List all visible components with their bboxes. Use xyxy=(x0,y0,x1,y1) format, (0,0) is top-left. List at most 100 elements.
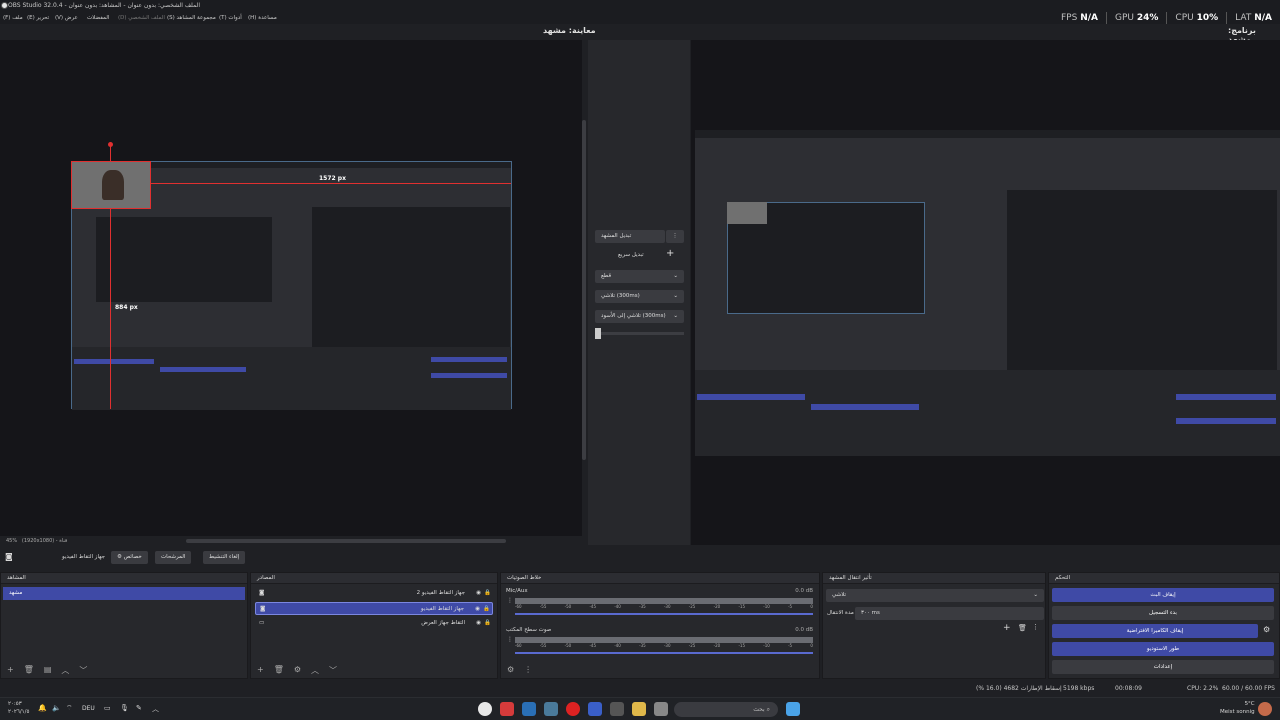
controls-title: التحكم xyxy=(1049,573,1279,584)
menu-profile[interactable]: (D) الملف الشخصي xyxy=(118,12,165,24)
tbar-slider[interactable] xyxy=(595,332,684,335)
start-icon[interactable] xyxy=(786,702,800,716)
transition-fade-black[interactable]: تلاشي إلى الأسود (300ms) ⌄ xyxy=(595,310,684,323)
distance-label-h: 1572 px xyxy=(319,175,346,182)
more-icon[interactable]: ⋮ xyxy=(1032,623,1039,631)
transition-select[interactable]: تلاشي ⌄ xyxy=(826,589,1044,602)
webcam-source[interactable] xyxy=(71,161,151,209)
add-icon[interactable]: + xyxy=(7,665,14,675)
notification-icon[interactable]: 🔔 xyxy=(38,704,47,712)
gpu-stat: GPU 24% xyxy=(1114,13,1159,23)
trash-icon[interactable]: 🗑 xyxy=(1018,624,1027,632)
trash-icon[interactable]: 🗑 xyxy=(24,665,34,675)
captured-source-row xyxy=(811,404,919,410)
horizontal-scrollbar[interactable] xyxy=(186,539,506,543)
sources-title: المصادر xyxy=(251,573,497,584)
pen-icon[interactable]: ✎ xyxy=(136,704,142,712)
filters-button[interactable]: المرشحات xyxy=(155,551,192,564)
transition-fade[interactable]: تلاشي (300ms) ⌄ xyxy=(595,290,684,303)
studio-mode-button[interactable]: طور الاستوديو xyxy=(1052,642,1274,656)
weather[interactable]: 5°C Meist sonnig xyxy=(1220,700,1255,716)
start-recording-button[interactable]: بدء التسجيل xyxy=(1052,606,1274,620)
settings-button[interactable]: إعدادات xyxy=(1052,660,1274,674)
stop-streaming-button[interactable]: إيقاف البث xyxy=(1052,588,1274,602)
folder-icon[interactable] xyxy=(632,702,646,716)
arrow-down-icon[interactable]: ﹀ xyxy=(79,665,87,675)
task-view-icon[interactable] xyxy=(654,702,668,716)
eye-icon[interactable]: ◉ xyxy=(475,603,480,616)
deactivate-button[interactable]: إلغاء التنشيط xyxy=(203,551,246,564)
volume-slider[interactable] xyxy=(515,613,813,615)
preview-canvas[interactable]: 1572 px 884 px 45% (1920x1080) - قناة xyxy=(0,40,582,544)
menu-view[interactable]: (V) عرض xyxy=(55,12,78,24)
gear-icon[interactable]: ⚙ xyxy=(1263,625,1270,634)
arrow-up-icon[interactable]: ︿ xyxy=(61,665,69,675)
source-toolbar: ◙ جهاز التقاط الفيديو ⚙ خصائص المرشحات إ… xyxy=(0,549,1280,567)
wifi-icon[interactable]: ⌔ xyxy=(66,704,73,713)
menu-tools[interactable]: (T) أدوات xyxy=(219,12,242,24)
source-row[interactable]: ◙ جهاز التقاط الفيديو 2 ◉ 🔒 xyxy=(255,587,493,600)
menu-help[interactable]: (H) مساعدة xyxy=(248,12,277,24)
properties-button[interactable]: ⚙ خصائص xyxy=(111,551,148,564)
rotation-handle[interactable] xyxy=(108,142,113,147)
quick-transitions-label: تبديل سريع xyxy=(618,252,644,258)
mic-icon[interactable]: 🎙 xyxy=(120,704,129,712)
gear-icon[interactable]: ⚙ xyxy=(294,665,301,675)
channel-name: صوت سطح المكتب xyxy=(506,627,552,633)
duration-input[interactable]: ٣٠٠ ms xyxy=(855,607,1044,620)
battery-icon[interactable]: ▭ xyxy=(104,704,111,712)
vscode-icon[interactable] xyxy=(588,702,602,716)
app-icon[interactable] xyxy=(500,702,514,716)
arrow-down-icon[interactable]: ﹀ xyxy=(329,665,337,675)
transition-cut[interactable]: قطع ⌄ xyxy=(595,270,684,283)
mixer-footer: ⚙ ⋮ xyxy=(501,662,819,678)
source-row[interactable]: ▭ التقاط جهاز العرض ◉ 🔒 xyxy=(255,617,493,630)
search-box[interactable]: بحث ⌕ xyxy=(674,702,778,717)
dropped-frames: إسقاط الإطارات 4682 (16.0 %) xyxy=(976,685,1062,692)
add-icon[interactable]: + xyxy=(666,248,674,259)
arrow-up-icon[interactable]: ︿ xyxy=(311,665,319,675)
add-icon[interactable]: + xyxy=(1003,623,1011,633)
source-row[interactable]: ◙ جهاز التقاط الفيديو ◉ 🔒 xyxy=(255,602,493,615)
channel-db: 0.0 dB xyxy=(795,627,813,633)
cpu-usage: CPU: 2.2% xyxy=(1187,685,1219,692)
stop-virtual-camera-button[interactable]: إيقاف الكاميرا الافتراضية xyxy=(1052,624,1258,638)
obs-logo-icon xyxy=(1,2,8,9)
chevron-up-icon[interactable]: ︿ xyxy=(152,704,159,714)
eye-icon[interactable]: ◉ xyxy=(476,617,481,630)
vertical-scrollbar[interactable] xyxy=(582,120,586,460)
lock-icon[interactable]: 🔒 xyxy=(483,603,490,616)
selected-source-name: جهاز التقاط الفيديو xyxy=(62,554,106,560)
more-icon[interactable]: ⋮ xyxy=(507,636,513,643)
filter-icon[interactable]: ▤ xyxy=(44,665,52,675)
obs-app-icon[interactable] xyxy=(478,702,492,716)
volume-icon[interactable]: 🔈 xyxy=(52,704,61,712)
menu-favorites[interactable]: المفضلات xyxy=(87,12,109,24)
scene-item[interactable]: مشهد xyxy=(3,587,245,600)
monitor-icon: ▭ xyxy=(259,620,265,626)
add-icon[interactable]: + xyxy=(257,665,264,675)
chevron-down-icon: ⌄ xyxy=(673,293,678,299)
cpu-stat: CPU 10% xyxy=(1175,13,1219,23)
gear-icon[interactable]: ⚙ xyxy=(507,665,514,675)
trash-icon[interactable]: 🗑 xyxy=(274,665,284,675)
app-icon[interactable] xyxy=(544,702,558,716)
volume-slider[interactable] xyxy=(515,652,813,654)
menu-scene-collection[interactable]: (S) مجموعة المشاهد xyxy=(167,12,216,24)
captured-program-thumb xyxy=(312,207,510,347)
opera-icon[interactable] xyxy=(566,702,580,716)
lock-icon[interactable]: 🔒 xyxy=(484,617,491,630)
lock-icon[interactable]: 🔒 xyxy=(484,587,491,600)
tbar-handle[interactable] xyxy=(595,328,601,339)
steam-icon[interactable] xyxy=(522,702,536,716)
more-icon[interactable]: ⋮ xyxy=(524,665,532,675)
language-indicator[interactable]: DEU xyxy=(82,705,95,712)
app-icon[interactable] xyxy=(610,702,624,716)
menu-file[interactable]: (F) ملف xyxy=(3,12,23,24)
transition-button[interactable]: تبديل المشهد xyxy=(595,230,665,243)
menu-edit[interactable]: (E) تحرير xyxy=(27,12,49,24)
more-icon[interactable]: ⋮ xyxy=(507,597,513,604)
eye-icon[interactable]: ◉ xyxy=(476,587,481,600)
more-icon[interactable]: ⋮ xyxy=(666,230,684,243)
captured-docks xyxy=(72,347,511,410)
